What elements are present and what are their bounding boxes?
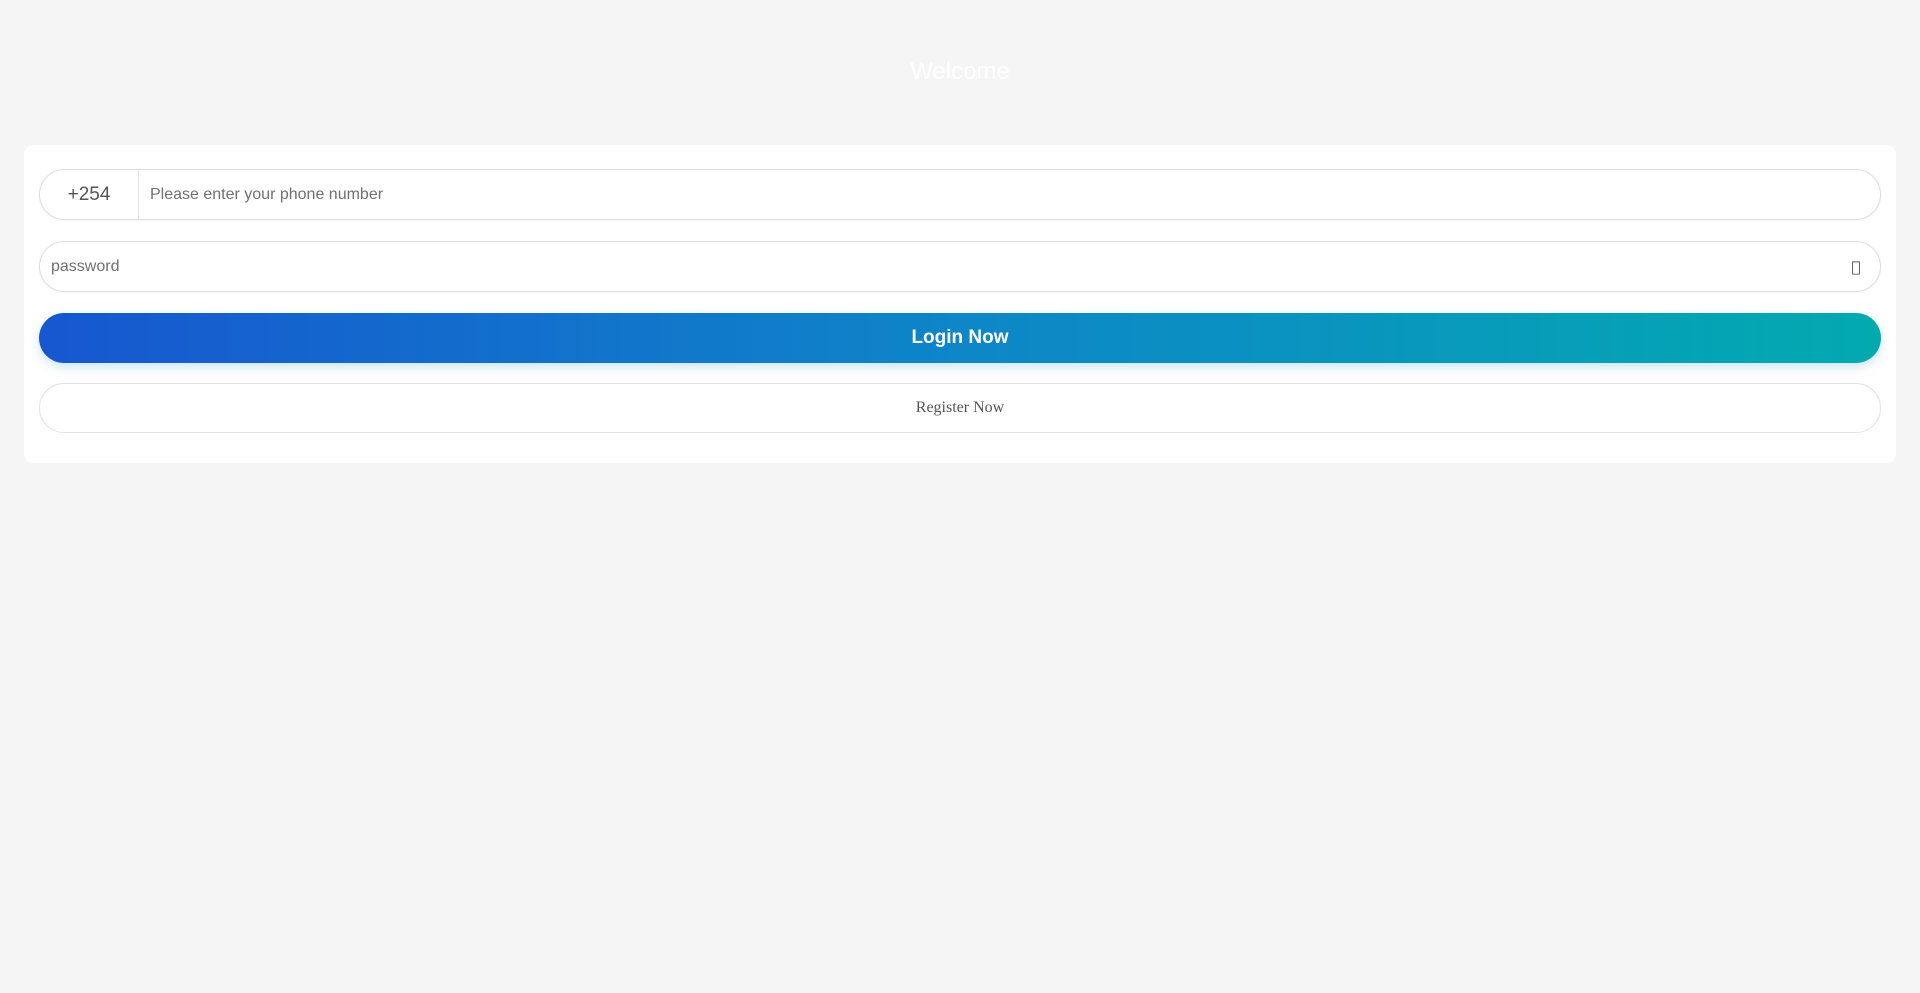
password-input[interactable] bbox=[40, 242, 1836, 291]
page-title: Welcome bbox=[910, 58, 1010, 85]
phone-field: +254 bbox=[39, 169, 1881, 220]
country-code-selector[interactable]: +254 bbox=[40, 170, 139, 219]
phone-input[interactable] bbox=[139, 170, 1880, 219]
page-header: Welcome bbox=[0, 0, 1920, 145]
register-button[interactable]: Register Now bbox=[39, 383, 1881, 433]
login-card: +254  Login Now Register Now bbox=[24, 145, 1896, 463]
password-field:  bbox=[39, 241, 1881, 292]
login-button[interactable]: Login Now bbox=[39, 313, 1881, 363]
eye-icon[interactable]:  bbox=[1836, 242, 1876, 291]
